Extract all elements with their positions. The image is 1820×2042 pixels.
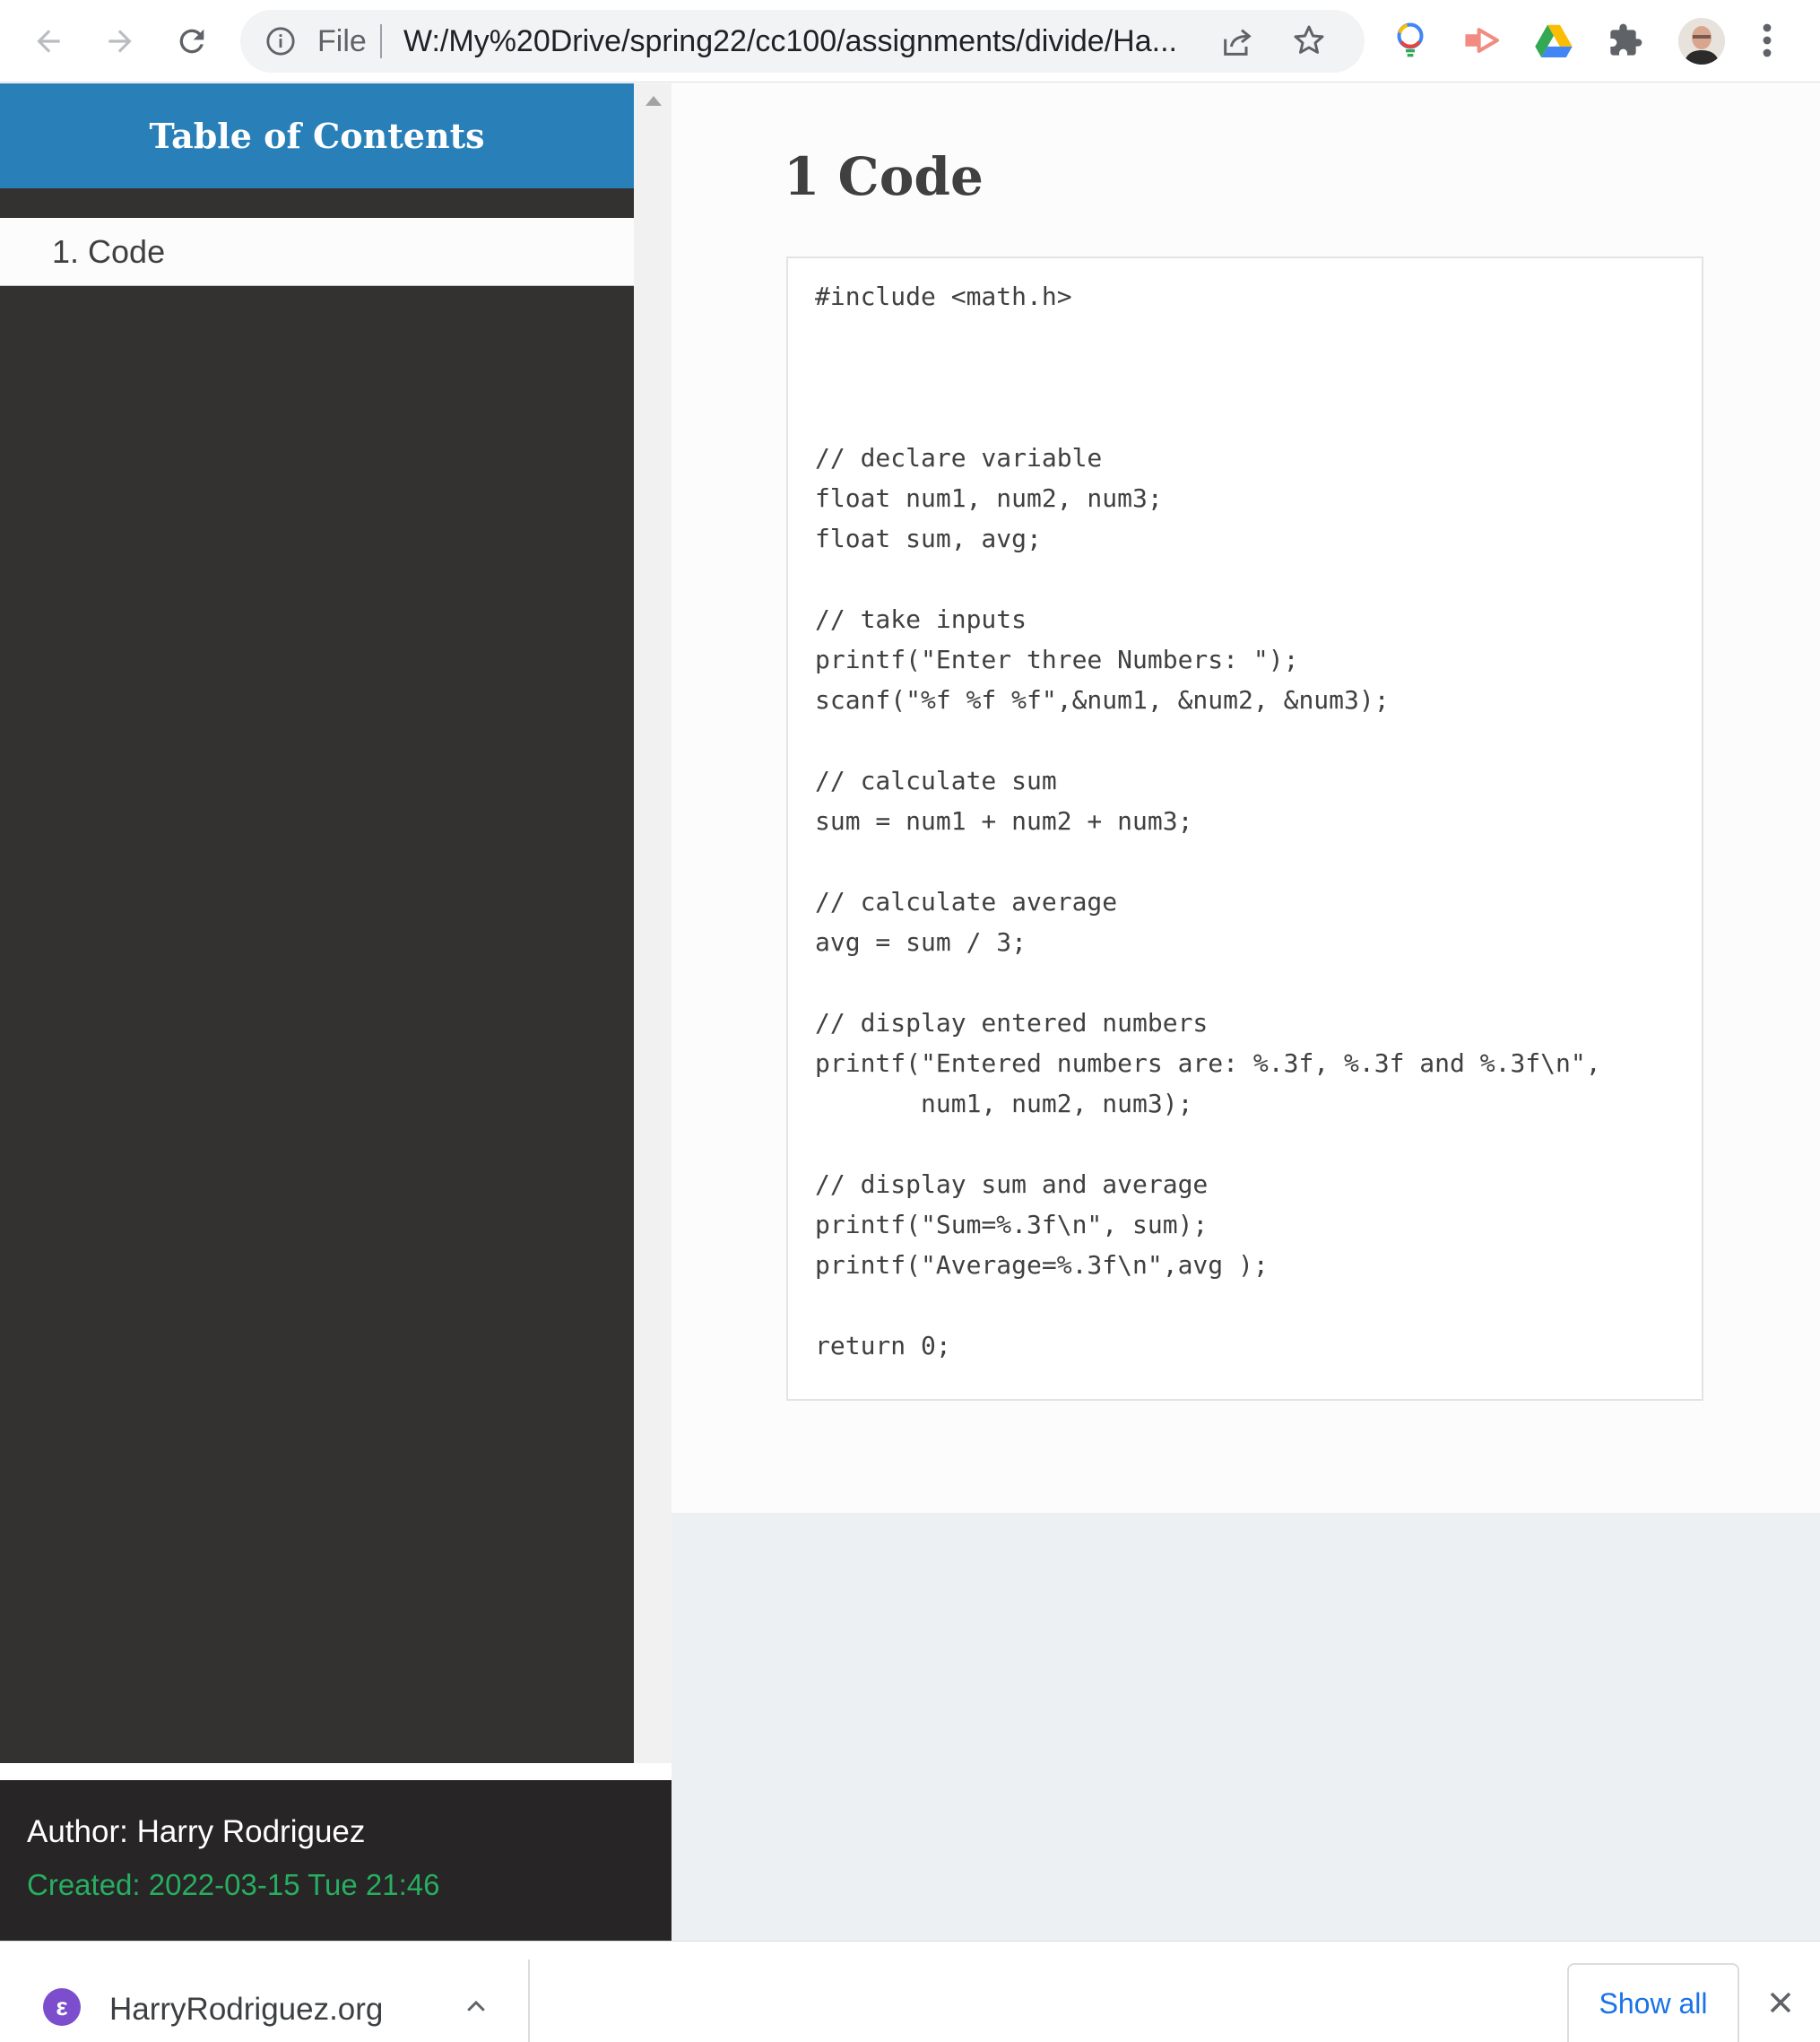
info-icon[interactable]	[265, 26, 296, 56]
created-date: Created: 2022-03-15 Tue 21:46	[27, 1868, 440, 1901]
toc-item-code[interactable]: 1. Code	[0, 218, 634, 286]
code-text: #include <math.h> // declare variable fl…	[815, 282, 1601, 1360]
forward-arrow-icon[interactable]	[91, 13, 149, 70]
lightbulb-extension-icon[interactable]	[1388, 18, 1433, 63]
scroll-up-arrow-icon[interactable]	[646, 96, 662, 106]
sidebar-scrollbar[interactable]	[634, 83, 672, 1763]
google-drive-icon[interactable]	[1531, 18, 1576, 63]
back-arrow-icon[interactable]	[20, 13, 77, 70]
reload-icon[interactable]	[163, 13, 221, 70]
video-extension-icon[interactable]	[1460, 18, 1504, 63]
toc-header: Table of Contents	[0, 83, 634, 188]
toc-title: Table of Contents	[149, 116, 485, 156]
author-info: Author: Harry Rodriguez Created: 2022-03…	[0, 1780, 672, 1941]
section-heading: 1 Code	[784, 146, 984, 207]
download-file-name[interactable]: HarryRodriguez.org	[109, 1992, 383, 2028]
omnibox-scheme: File	[317, 24, 367, 58]
omnibox-divider	[380, 24, 382, 58]
browser-toolbar: File W:/My%20Drive/spring22/cc100/assign…	[0, 0, 1820, 83]
content-background	[672, 1513, 1820, 1941]
close-icon[interactable]	[1763, 1985, 1798, 2020]
omnibox[interactable]: File W:/My%20Drive/spring22/cc100/assign…	[240, 10, 1365, 73]
url-text[interactable]: W:/My%20Drive/spring22/cc100/assignments…	[403, 21, 1192, 62]
puzzle-extensions-icon[interactable]	[1603, 18, 1648, 63]
download-bar: ε HarryRodriguez.org Show all	[0, 1941, 1820, 2042]
share-icon[interactable]	[1219, 24, 1255, 60]
show-all-button[interactable]: Show all	[1567, 1963, 1739, 2042]
download-bar-divider	[528, 1959, 530, 2042]
code-block: #include <math.h> // declare variable fl…	[786, 256, 1703, 1401]
author-text: Author: Harry Rodriguez	[27, 1814, 366, 1849]
emacs-file-icon[interactable]: ε	[43, 1988, 81, 2026]
profile-avatar[interactable]	[1678, 18, 1725, 65]
chevron-up-icon[interactable]	[463, 1994, 490, 2020]
star-icon[interactable]	[1291, 22, 1327, 58]
main-content: 1 Code #include <math.h> // declare vari…	[672, 83, 1820, 1513]
toc-item-label[interactable]: 1. Code	[52, 233, 165, 271]
more-menu-icon[interactable]	[1745, 18, 1790, 63]
table-of-contents-sidebar: Table of Contents 1. Code	[0, 83, 634, 1763]
